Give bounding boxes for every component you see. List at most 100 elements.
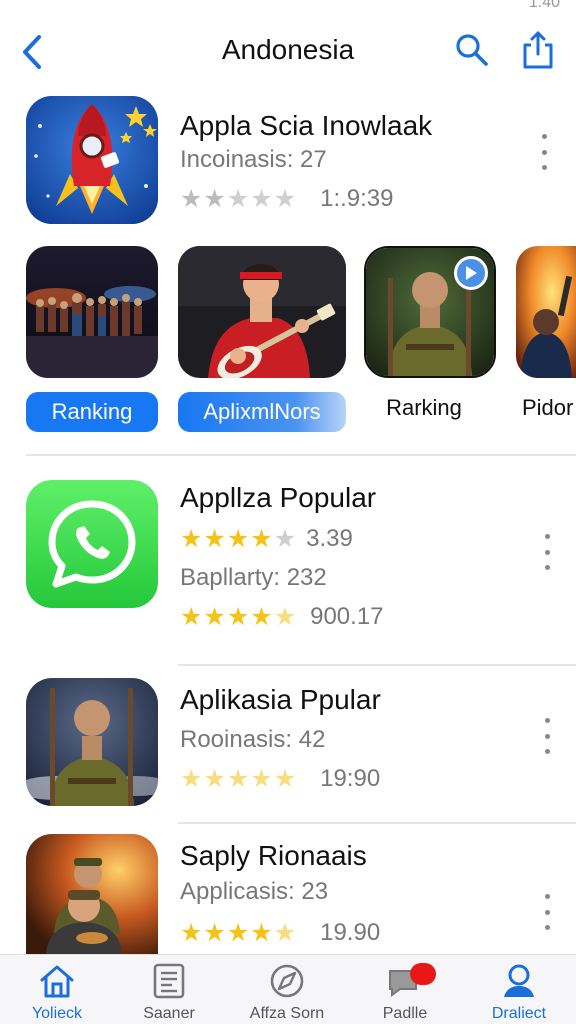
star-icon: ★ [226, 524, 250, 553]
share-button[interactable] [518, 28, 558, 72]
star-icon: ★ [226, 184, 250, 213]
more-options-button[interactable] [537, 534, 557, 570]
navigation-bar: Andonesia [0, 14, 576, 90]
star-icon: ★ [273, 184, 297, 213]
star-icon: ★ [180, 918, 203, 947]
section-divider [26, 454, 576, 456]
star-icon: ★ [273, 918, 297, 947]
play-icon [466, 266, 477, 280]
rating-value: 19:90 [320, 765, 381, 792]
row-divider [178, 822, 576, 824]
list-item[interactable]: Appllza Popular ★ ★ ★ ★ ★ 3.39 Bapllarty: 23… [0, 480, 576, 660]
tab-draliect[interactable]: Draliect [464, 963, 574, 1024]
featured-app-title[interactable]: Appla Scia Inowlaak [180, 110, 432, 142]
tab-label: Draliect [491, 1005, 547, 1022]
notification-badge [410, 963, 436, 985]
app-title[interactable]: Aplikasia Ppular [180, 684, 381, 716]
more-icon [544, 894, 550, 899]
tab-label: Yolieck [31, 1005, 83, 1022]
app-title[interactable]: Appllza Popular [180, 482, 376, 514]
search-button[interactable] [452, 30, 492, 70]
carousel-tile-3-video[interactable] [364, 246, 496, 378]
tab-label: Affza Sorn [249, 1005, 325, 1022]
tab-label: Padlle [382, 1005, 428, 1022]
home-icon [40, 965, 74, 998]
chat-bubble-icon [48, 500, 136, 588]
app-rating: ★ ★ ★ ★ ★ 19.90 [180, 918, 380, 948]
rating-value: 1:.9:39 [320, 185, 394, 212]
carousel-label-3[interactable]: Rarking [364, 388, 484, 428]
star-icon: ★ [203, 184, 226, 213]
tab-affza-sorn[interactable]: Affza Sorn [232, 963, 342, 1024]
star-icon: ★ [250, 184, 273, 213]
app-subtitle: Applicasis: 23 [180, 878, 329, 905]
featured-app-icon[interactable] [26, 96, 158, 224]
phone-icon [76, 526, 110, 559]
star-icon: ★ [250, 524, 273, 553]
row-divider [178, 664, 576, 666]
tab-bar: Yolieck Saaner Affza Sorn Padlle Draliec… [0, 954, 576, 1024]
carousel-label-4[interactable]: Pidor [522, 388, 576, 428]
app-icon[interactable] [26, 480, 158, 608]
tab-saaner[interactable]: Saaner [114, 963, 224, 1024]
star-icon: ★ [203, 602, 226, 631]
star-icon: ★ [203, 764, 226, 793]
star-icon: ★ [226, 918, 250, 947]
star-icon: ★ [250, 602, 273, 631]
star-icon: ★ [273, 764, 297, 793]
carousel-tile-2[interactable] [178, 246, 346, 378]
search-icon [456, 34, 488, 66]
star-icon: ★ [203, 918, 226, 947]
tab-home[interactable]: Yolieck [2, 963, 112, 1024]
rating-value: 900.17 [310, 603, 384, 630]
featured-app-subtitle: Incoinasis: 27 [180, 146, 327, 173]
app-subtitle: Bapllarty: 232 [180, 564, 327, 591]
status-bar: 1:40 [0, 0, 576, 14]
star-icon: ★ [226, 764, 250, 793]
tab-padlle[interactable]: Padlle [350, 963, 460, 1024]
more-options-button[interactable] [534, 134, 554, 170]
tab-label: Saaner [143, 1005, 195, 1022]
list-item[interactable]: Aplikasia Ppular Rooinasis: 42 ★ ★ ★ ★ ★ 19:… [0, 678, 576, 818]
more-icon [544, 718, 550, 723]
more-options-button[interactable] [537, 894, 557, 930]
star-icon: ★ [180, 184, 203, 213]
share-icon [523, 31, 553, 69]
rating-value: 19.90 [320, 919, 381, 946]
profile-icon [504, 964, 534, 997]
more-icon [544, 534, 550, 539]
app-rating: ★ ★ ★ ★ ★ 19:90 [180, 764, 380, 794]
app-icon[interactable] [26, 834, 158, 954]
star-icon: ★ [203, 524, 226, 553]
play-button[interactable] [454, 256, 488, 290]
more-options-button[interactable] [537, 718, 557, 754]
list-item[interactable]: Saply Rionaais Applicasis: 23 ★ ★ ★ ★ ★ 19.9… [0, 834, 576, 956]
app-rating: ★ ★ ★ ★ ★ 3.39 [180, 524, 353, 554]
star-icon: ★ [250, 918, 273, 947]
app-rating-secondary: ★ ★ ★ ★ ★ 900.17 [180, 602, 384, 632]
star-icon: ★ [273, 602, 297, 631]
app-title[interactable]: Saply Rionaais [180, 840, 367, 872]
carousel-tile-4[interactable] [516, 246, 576, 378]
star-icon: ★ [273, 524, 297, 553]
star-icon: ★ [226, 602, 250, 631]
featured-app-row[interactable]: Appla Scia Inowlaak Incoinasis: 27 ★ ★ ★ ★ ★… [0, 94, 576, 228]
app-icon[interactable] [26, 678, 158, 806]
featured-app-rating: ★ ★ ★ ★ ★ 1:.9:39 [180, 184, 394, 214]
star-rating: ★ ★ ★ ★ ★ [180, 918, 297, 947]
star-rating: ★ ★ ★ ★ ★ [180, 602, 297, 631]
star-rating: ★ ★ ★ ★ ★ [180, 764, 297, 793]
star-rating: ★ ★ ★ ★ ★ [180, 184, 297, 213]
star-icon: ★ [180, 602, 203, 631]
star-icon: ★ [180, 524, 203, 553]
carousel-label-2[interactable]: AplixmlNors [178, 392, 346, 432]
star-icon: ★ [250, 764, 273, 793]
carousel-tile-1[interactable] [26, 246, 158, 378]
rating-value: 3.39 [306, 525, 353, 552]
more-icon [541, 134, 547, 139]
carousel-label-1[interactable]: Ranking [26, 392, 158, 432]
status-time: 1:40 [528, 0, 560, 11]
category-carousel[interactable]: Ranking AplixmlNors Rarking Pidor [0, 244, 576, 440]
compass-icon [270, 964, 304, 998]
app-subtitle: Rooinasis: 42 [180, 726, 326, 753]
